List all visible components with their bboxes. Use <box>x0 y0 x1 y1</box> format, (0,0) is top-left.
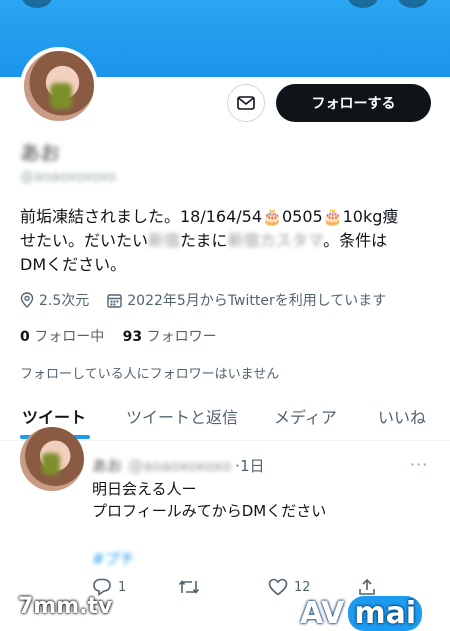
tweet-line: プロフィールみてからDMください <box>92 502 327 520</box>
bio-line: せたい。だいたい新宿たまに新宿カスタマ。条件は <box>20 229 420 253</box>
follow-counts: 0 フォロー中 93 フォロワー <box>20 326 217 346</box>
bio-line: 前垢凍結されました。18/164/54🎂0505🎂10kg痩 <box>20 207 399 226</box>
tweet-author-name[interactable]: あお <box>92 457 122 475</box>
search-button[interactable] <box>348 0 378 8</box>
tweet-time[interactable]: ·1日 <box>235 457 264 475</box>
mail-icon <box>237 96 255 110</box>
followers-count: 93 <box>122 329 143 345</box>
following-link[interactable]: 0 フォロー中 <box>20 329 104 345</box>
share-icon <box>359 578 375 595</box>
watermark-left: 7mm.tv <box>18 594 113 619</box>
tab-media[interactable]: メディア <box>274 404 337 428</box>
bio-text: たまに <box>180 231 228 250</box>
watermark-right: AV mai <box>300 596 423 631</box>
tweet-avatar[interactable] <box>20 427 84 491</box>
profile-name: あお <box>20 141 60 165</box>
calendar-icon <box>107 293 122 308</box>
following-count: 0 <box>20 329 30 345</box>
tweet-line: 明日会える人ー <box>92 480 197 498</box>
bio-text: 。条件は <box>323 231 388 250</box>
like-icon <box>268 578 288 596</box>
followers-link[interactable]: 93 フォロワー <box>123 329 217 345</box>
tab-likes[interactable]: いいね <box>378 404 426 428</box>
bio-line: DMください。 <box>20 255 127 274</box>
location-icon <box>20 292 34 308</box>
tweet-text: 明日会える人ー プロフィールみてからDMください <box>92 478 326 522</box>
back-button[interactable] <box>22 0 52 8</box>
tweet-header: あお @aoaoxoxoxo ·1日 <box>92 455 264 476</box>
profile-handle: @aoaoxoxoxo <box>20 169 117 185</box>
no-known-followers: フォローしている人にフォロワーはいません <box>20 367 280 382</box>
tab-tweets-replies[interactable]: ツイートと返信 <box>126 404 238 428</box>
like-button[interactable]: 12 <box>268 578 311 596</box>
location: 2.5次元 <box>20 290 89 310</box>
share-button[interactable] <box>358 578 376 596</box>
following-label: フォロー中 <box>34 329 105 345</box>
join-date-text: 2022年5月からTwitterを利用しています <box>127 293 387 309</box>
retweet-button[interactable] <box>178 578 200 596</box>
more-button[interactable] <box>398 0 428 8</box>
profile-avatar[interactable] <box>20 47 98 125</box>
profile-meta: 2.5次元 2022年5月からTwitterを利用しています <box>20 290 386 310</box>
tab-tweets[interactable]: ツイート <box>22 404 86 428</box>
followers-label: フォロワー <box>146 329 217 345</box>
tweet-author-handle: @aoaoxoxoxo <box>128 457 232 475</box>
tweet-hashtag[interactable]: #プチ <box>92 548 135 569</box>
dm-button[interactable] <box>227 84 265 122</box>
like-count: 12 <box>294 579 311 595</box>
location-text: 2.5次元 <box>39 293 90 309</box>
bio-text-blurred: 新宿 <box>148 231 181 250</box>
bio-text: せたい。だいたい <box>20 231 149 250</box>
profile-bio: 前垢凍結されました。18/164/54🎂0505🎂10kg痩 せたい。だいたい新… <box>20 205 420 277</box>
follow-button[interactable]: フォローする <box>276 84 431 122</box>
tweet-more-icon[interactable]: ··· <box>410 455 428 474</box>
reply-count: 1 <box>118 579 127 595</box>
join-date: 2022年5月からTwitterを利用しています <box>107 290 386 310</box>
retweet-icon <box>178 580 200 594</box>
bio-text-blurred: 新宿カスタマ <box>227 231 324 250</box>
